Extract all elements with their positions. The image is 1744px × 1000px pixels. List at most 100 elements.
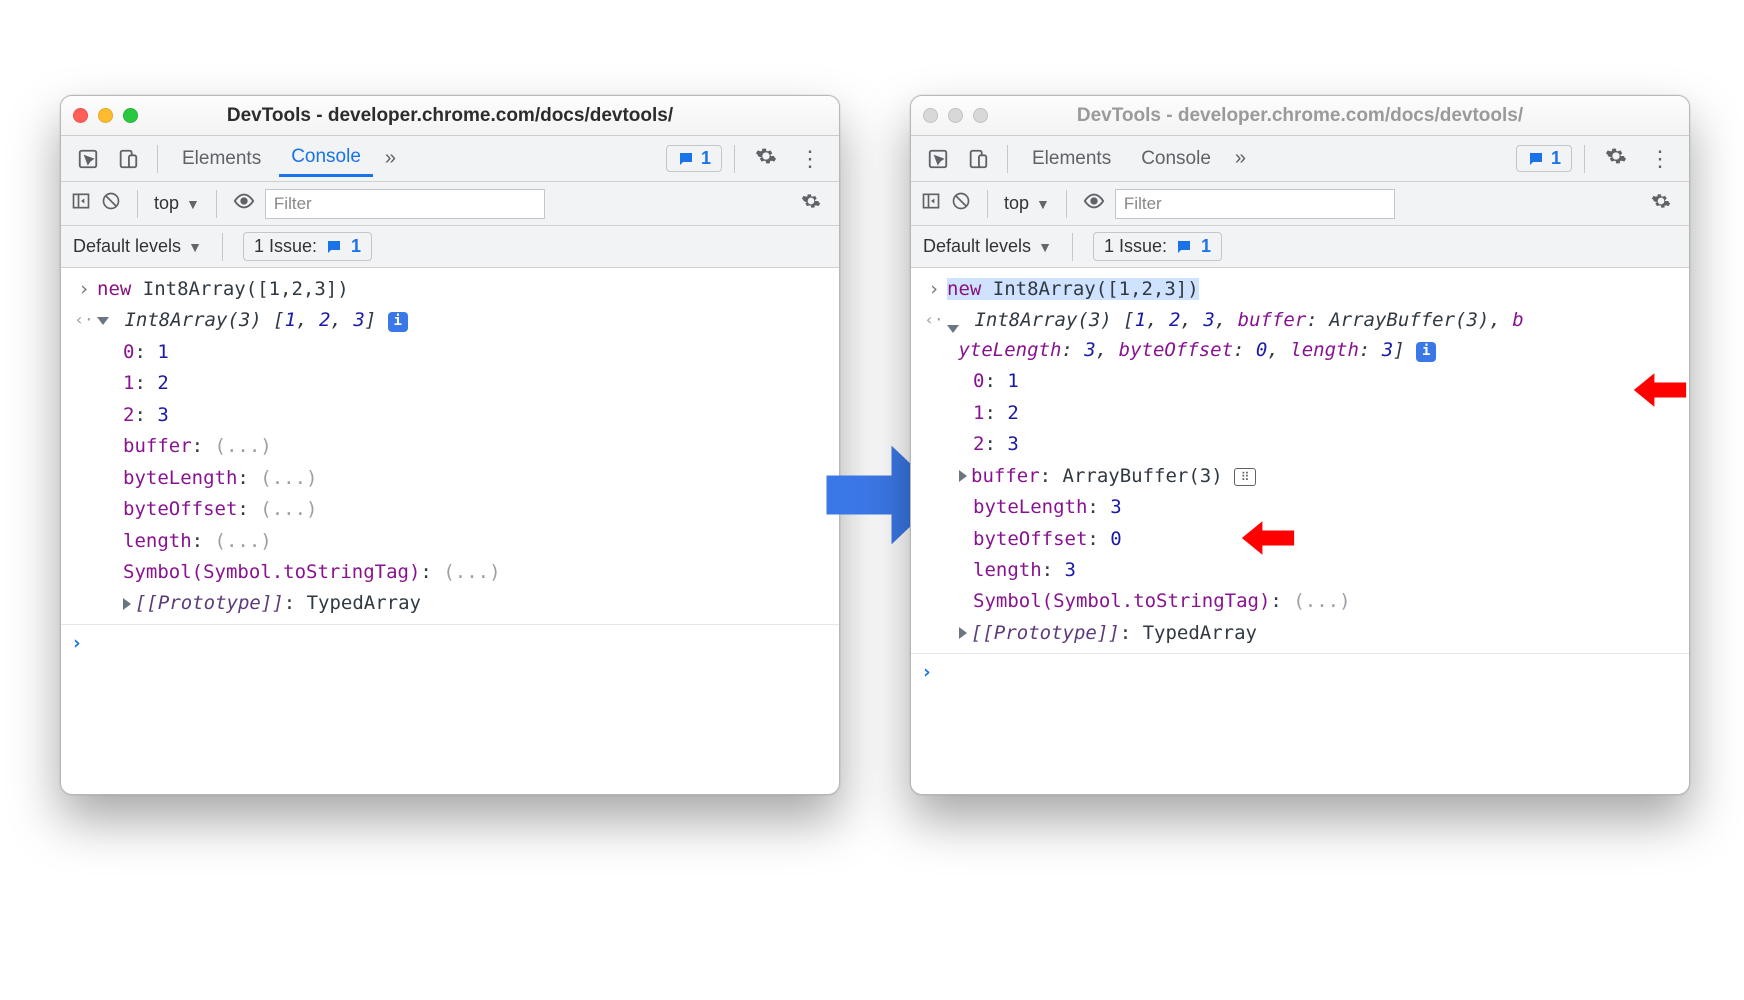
close-icon[interactable] bbox=[73, 108, 88, 123]
console-settings-icon[interactable] bbox=[793, 187, 829, 221]
minimize-icon[interactable] bbox=[98, 108, 113, 123]
expand-toggle-icon[interactable] bbox=[947, 325, 959, 333]
settings-icon[interactable] bbox=[1597, 141, 1635, 177]
console-prompt[interactable]: › bbox=[61, 625, 839, 662]
device-toggle-icon[interactable] bbox=[111, 144, 145, 174]
object-property[interactable]: 2: 3 bbox=[911, 429, 1689, 460]
object-summary[interactable]: Int8Array(3) [1, 2, 3] bbox=[124, 309, 387, 331]
clear-console-icon[interactable] bbox=[951, 191, 971, 216]
object-property[interactable]: 2: 3 bbox=[61, 400, 839, 431]
log-levels-selector[interactable]: Default levels ▼ bbox=[923, 236, 1052, 257]
console-sidebar-toggle-icon[interactable] bbox=[921, 191, 941, 216]
kebab-menu-icon[interactable]: ⋮ bbox=[1641, 142, 1679, 176]
console-settings-icon[interactable] bbox=[1643, 187, 1679, 221]
input-chevron-icon: › bbox=[71, 275, 97, 304]
more-tabs-icon[interactable]: » bbox=[1229, 147, 1252, 170]
object-property[interactable]: buffer: (...) bbox=[61, 431, 839, 462]
levels-bar: Default levels ▼ 1 Issue: 1 bbox=[61, 226, 839, 268]
context-selector[interactable]: top ▼ bbox=[154, 193, 200, 214]
separator bbox=[1584, 145, 1585, 173]
live-expression-icon[interactable] bbox=[1083, 190, 1105, 217]
object-prototype[interactable]: [[Prototype]]: TypedArray bbox=[911, 618, 1689, 649]
minimize-icon[interactable] bbox=[948, 108, 963, 123]
object-property[interactable]: length: 3 bbox=[911, 555, 1689, 586]
object-property[interactable]: byteLength: 3 bbox=[911, 492, 1689, 523]
titlebar[interactable]: DevTools - developer.chrome.com/docs/dev… bbox=[911, 96, 1689, 136]
panel-tabs: Elements Console » bbox=[1020, 142, 1252, 176]
more-tabs-icon[interactable]: » bbox=[379, 147, 402, 170]
object-property-buffer[interactable]: buffer: ArrayBuffer(3) ⠿ bbox=[911, 461, 1689, 492]
tab-console[interactable]: Console bbox=[279, 140, 373, 177]
expand-toggle-icon[interactable] bbox=[959, 627, 967, 639]
devtools-window-after: DevTools - developer.chrome.com/docs/dev… bbox=[910, 95, 1690, 795]
issues-button[interactable]: 1 bbox=[666, 145, 722, 172]
console-input-text: new Int8Array([1,2,3]) bbox=[947, 275, 1677, 304]
tab-console[interactable]: Console bbox=[1129, 142, 1223, 176]
object-property[interactable]: byteOffset: 0 bbox=[911, 524, 1689, 555]
console-sub-toolbar: top ▼ bbox=[61, 182, 839, 226]
issues-count: 1 bbox=[701, 148, 711, 169]
clear-console-icon[interactable] bbox=[101, 191, 121, 216]
object-property[interactable]: Symbol(Symbol.toStringTag): (...) bbox=[61, 557, 839, 588]
issues-count: 1 bbox=[1551, 148, 1561, 169]
console-sidebar-toggle-icon[interactable] bbox=[71, 191, 91, 216]
expand-toggle-icon[interactable] bbox=[97, 317, 109, 325]
object-property[interactable]: length: (...) bbox=[61, 526, 839, 557]
object-property[interactable]: 0: 1 bbox=[61, 337, 839, 368]
expand-toggle-icon[interactable] bbox=[959, 470, 967, 482]
issues-button[interactable]: 1 bbox=[1516, 145, 1572, 172]
settings-icon[interactable] bbox=[747, 141, 785, 177]
main-toolbar: Elements Console » 1 ⋮ bbox=[61, 136, 839, 182]
tab-elements[interactable]: Elements bbox=[170, 142, 273, 176]
console-input-row: › new Int8Array([1,2,3]) bbox=[911, 274, 1689, 305]
memory-inspector-icon[interactable]: ⠿ bbox=[1234, 468, 1256, 486]
separator bbox=[216, 190, 217, 218]
close-icon[interactable] bbox=[923, 108, 938, 123]
input-chevron-icon: › bbox=[921, 275, 947, 304]
main-toolbar: Elements Console » 1 ⋮ bbox=[911, 136, 1689, 182]
object-property[interactable]: 0: 1 bbox=[911, 366, 1689, 397]
issues-pill-count: 1 bbox=[351, 236, 361, 257]
expand-toggle-icon[interactable] bbox=[123, 598, 131, 610]
tab-elements[interactable]: Elements bbox=[1020, 142, 1123, 176]
object-property[interactable]: 1: 2 bbox=[61, 368, 839, 399]
issues-pill[interactable]: 1 Issue: 1 bbox=[243, 232, 372, 261]
traffic-lights bbox=[73, 108, 138, 123]
object-property[interactable]: 1: 2 bbox=[911, 398, 1689, 429]
window-title: DevTools - developer.chrome.com/docs/dev… bbox=[923, 105, 1677, 127]
console-output-row[interactable]: ‹· Int8Array(3) [1, 2, 3] i bbox=[61, 305, 839, 336]
panel-tabs: Elements Console » bbox=[170, 140, 402, 177]
console-output: › new Int8Array([1,2,3]) ‹· Int8Array(3)… bbox=[61, 268, 839, 794]
context-selector[interactable]: top ▼ bbox=[1004, 193, 1050, 214]
object-property[interactable]: byteOffset: (...) bbox=[61, 494, 839, 525]
separator bbox=[157, 145, 158, 173]
separator bbox=[734, 145, 735, 173]
output-chevron-icon: ‹· bbox=[921, 308, 947, 367]
object-prototype[interactable]: [[Prototype]]: TypedArray bbox=[61, 588, 839, 619]
titlebar[interactable]: DevTools - developer.chrome.com/docs/dev… bbox=[61, 96, 839, 136]
object-summary[interactable]: Int8Array(3) [1, 2, 3, buffer: ArrayBuff… bbox=[947, 309, 1524, 360]
log-levels-selector[interactable]: Default levels ▼ bbox=[73, 236, 202, 257]
inspect-icon[interactable] bbox=[921, 144, 955, 174]
zoom-icon[interactable] bbox=[973, 108, 988, 123]
info-icon[interactable]: i bbox=[388, 312, 408, 332]
object-property[interactable]: Symbol(Symbol.toStringTag): (...) bbox=[911, 586, 1689, 617]
console-input-row: › new Int8Array([1,2,3]) bbox=[61, 274, 839, 305]
separator bbox=[222, 233, 223, 261]
kebab-menu-icon[interactable]: ⋮ bbox=[791, 142, 829, 176]
device-toggle-icon[interactable] bbox=[961, 144, 995, 174]
prompt-chevron-icon: › bbox=[921, 658, 932, 687]
filter-input[interactable] bbox=[265, 189, 545, 219]
console-output-row[interactable]: ‹· Int8Array(3) [1, 2, 3, buffer: ArrayB… bbox=[911, 305, 1689, 366]
object-property[interactable]: byteLength: (...) bbox=[61, 463, 839, 494]
issues-pill[interactable]: 1 Issue: 1 bbox=[1093, 232, 1222, 261]
live-expression-icon[interactable] bbox=[233, 190, 255, 217]
inspect-icon[interactable] bbox=[71, 144, 105, 174]
console-output: › new Int8Array([1,2,3]) ‹· Int8Array(3)… bbox=[911, 268, 1689, 794]
info-icon[interactable]: i bbox=[1416, 342, 1436, 362]
filter-input[interactable] bbox=[1115, 189, 1395, 219]
levels-bar: Default levels ▼ 1 Issue: 1 bbox=[911, 226, 1689, 268]
traffic-lights bbox=[923, 108, 988, 123]
zoom-icon[interactable] bbox=[123, 108, 138, 123]
console-prompt[interactable]: › bbox=[911, 654, 1689, 691]
